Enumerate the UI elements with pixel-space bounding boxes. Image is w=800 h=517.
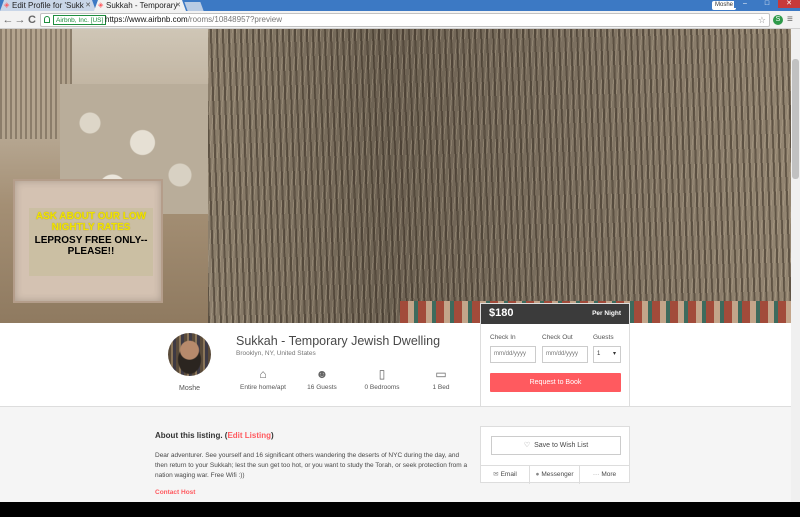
share-panel: ♡ Save to Wish List ✉ Email ● Messenger ···… [480,426,630,484]
minimize-icon[interactable]: – [734,0,756,8]
amenity-label: Entire home/apt [240,384,286,391]
more-dots-icon: ··· [592,471,600,478]
check-out-label: Check Out [542,334,573,341]
wish-list-label: Save to Wish List [534,442,589,449]
more-label: More [601,471,617,478]
check-in-label: Check In [490,334,516,341]
paren-close: ) [271,431,274,440]
request-to-book-button[interactable]: Request to Book [490,373,621,392]
per-night-label: Per Night [592,310,621,317]
browser-toolbar: ← → C Airbnb, Inc. [US] https://www.airb… [0,11,800,29]
about-heading-text: About this listing. [155,431,223,440]
airbnb-favicon-icon: ◈ [4,2,10,9]
check-in-input[interactable]: mm/dd/yyyy [490,346,536,363]
extension-icon[interactable]: S [773,15,783,25]
tab-sukkah-listing[interactable]: ◈ Sukkah - Temporary ✕ [94,0,186,11]
hero-stone-sign: ASK ABOUT OUR LOW NIGHTLY RATES LEPROSY … [13,179,163,303]
share-row: ✉ Email ● Messenger ··· More [481,465,629,484]
new-tab-button[interactable] [184,2,204,11]
check-out-input[interactable]: mm/dd/yyyy [542,346,588,363]
sign-leprosy-text: LEPROSY FREE ONLY-- PLEASE!! [34,235,148,257]
amenity-label: 0 Bedrooms [364,384,400,391]
bed-icon: ▭ [435,367,447,381]
lock-icon [44,16,50,23]
about-heading: About this listing. (Edit Listing) [155,431,274,440]
sign-rates-text: ASK ABOUT OUR LOW NIGHTLY RATES [35,211,147,233]
profile-badge[interactable]: Moshe [712,1,737,10]
amenity-beds: ▭ 1 Bed [406,367,476,391]
messenger-icon: ● [535,471,540,478]
contact-host-link[interactable]: Contact Host [155,489,195,496]
url-text[interactable]: https://www.airbnb.com/rooms/10848957?pr… [105,14,282,26]
reload-icon[interactable]: C [26,13,38,27]
host-avatar[interactable] [168,333,211,376]
envelope-icon: ✉ [493,471,499,478]
scrollbar-thumb[interactable] [792,59,799,179]
ev-certificate-badge[interactable]: Airbnb, Inc. [US] [53,15,107,25]
guests-value: 1 [597,351,601,357]
tab-title: Edit Profile for 'Sukk [12,1,84,10]
maximize-icon[interactable]: □ [756,0,778,8]
messenger-label: Messenger [541,471,574,478]
booking-panel: $180 Per Night Check In Check Out Guests… [480,303,630,407]
hero-sukkah-interior [208,29,800,323]
share-email-button[interactable]: ✉ Email [481,466,530,484]
sign-plaque: ASK ABOUT OUR LOW NIGHTLY RATES LEPROSY … [29,208,153,276]
page-scrollbar[interactable] [791,29,800,502]
heart-icon: ♡ [523,442,531,449]
airbnb-favicon-icon: ◈ [98,2,104,9]
tab-close-icon[interactable]: ✕ [175,0,181,11]
bookmark-star-icon[interactable]: ☆ [758,14,766,26]
close-window-icon[interactable]: ✕ [778,0,800,8]
back-arrow-icon[interactable]: ← [2,13,14,27]
amenity-label: 16 Guests [307,384,337,391]
browser-menu-icon[interactable]: ≡ [787,14,796,26]
url-host: https://www.airbnb.com [105,15,188,24]
save-to-wish-list-button[interactable]: ♡ Save to Wish List [491,436,621,455]
host-name[interactable]: Moshe [168,385,211,392]
guests-label: Guests [593,334,614,341]
taskbar-strip [0,502,800,517]
browser-tab-bar: ◈ Edit Profile for 'Sukk ✕ ◈ Sukkah - Te… [0,0,800,11]
share-more-button[interactable]: ··· More [580,466,629,484]
amenity-label: 1 Bed [432,384,450,391]
edit-listing-link[interactable]: Edit Listing [227,431,271,440]
address-bar[interactable]: Airbnb, Inc. [US] https://www.airbnb.com… [40,13,770,27]
share-messenger-button[interactable]: ● Messenger [530,466,580,484]
tab-close-icon[interactable]: ✕ [85,0,91,11]
url-path: /rooms/10848957?preview [187,15,282,24]
listing-description: Dear adventurer. See yourself and 16 sig… [155,452,468,479]
chevron-down-icon: ▾ [612,351,616,357]
forward-arrow-icon[interactable]: → [14,13,26,27]
listing-location[interactable]: Brooklyn, NY, United States [236,350,316,357]
price-bar: $180 Per Night [481,304,629,324]
tab-edit-profile[interactable]: ◈ Edit Profile for 'Sukk ✕ [0,0,96,11]
email-label: Email [500,471,517,478]
nightly-price: $180 [489,307,514,319]
tab-title: Sukkah - Temporary [106,1,178,10]
listing-title: Sukkah - Temporary Jewish Dwelling [236,334,441,348]
guests-select[interactable]: 1 ▾ [593,346,621,363]
